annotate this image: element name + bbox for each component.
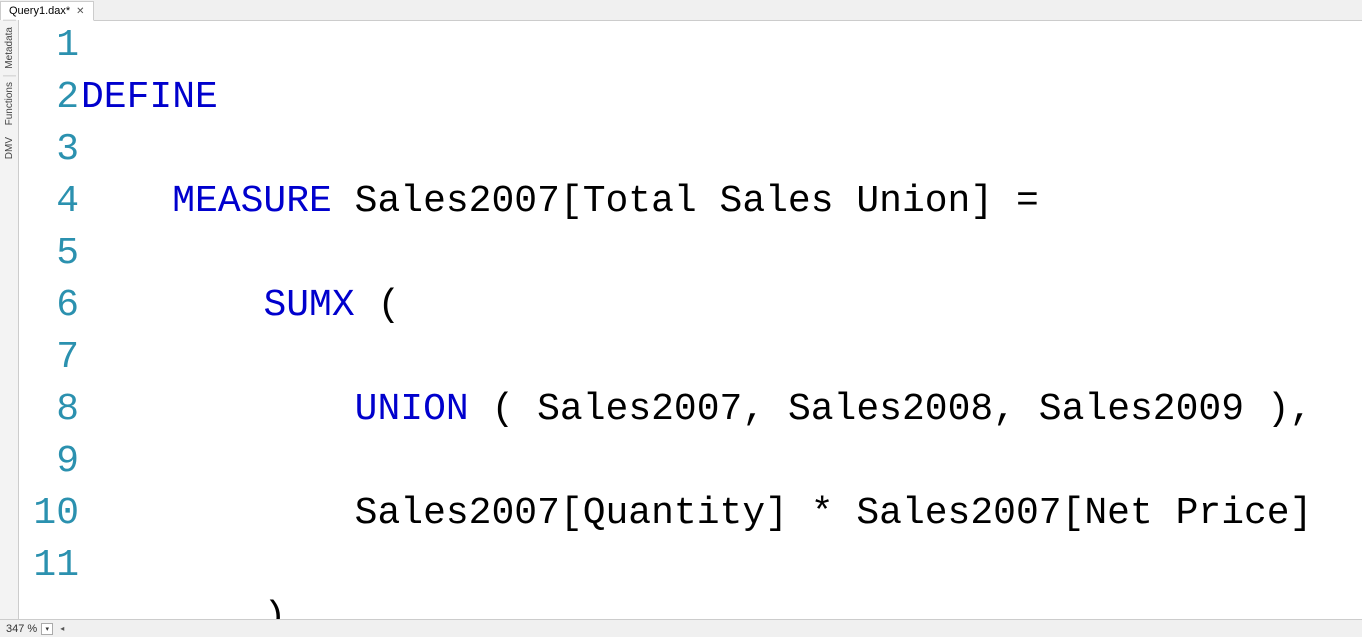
keyword: MEASURE: [172, 180, 332, 223]
code-line[interactable]: ): [81, 592, 1362, 620]
code-text: ( Sales2007, Sales2008, Sales2009 ),: [469, 388, 1313, 431]
code-editor[interactable]: 1 2 3 4 5 6 7 8 9 10 11 DEFINE MEASURE S…: [19, 20, 1362, 620]
line-number-gutter: 1 2 3 4 5 6 7 8 9 10 11: [19, 20, 85, 592]
side-tab-functions[interactable]: Functions: [3, 75, 16, 131]
line-number: 10: [19, 488, 79, 540]
indent: [81, 284, 263, 327]
code-content[interactable]: DEFINE MEASURE Sales2007[Total Sales Uni…: [81, 20, 1362, 620]
side-panel-tabs: Metadata Functions DMV: [0, 20, 19, 620]
line-number: 8: [19, 384, 79, 436]
tab-title: Query1.dax*: [9, 5, 70, 17]
indent: [81, 388, 355, 431]
side-tab-metadata[interactable]: Metadata: [3, 20, 16, 75]
line-number: 1: [19, 20, 79, 72]
line-number: 7: [19, 332, 79, 384]
code-text: Sales2007[Total Sales Union] =: [332, 180, 1039, 223]
zoom-dropdown[interactable]: ▾: [41, 623, 53, 635]
line-number: 2: [19, 72, 79, 124]
indent: [81, 492, 355, 535]
code-text: Sales2007[Quantity] * Sales2007[Net Pric…: [355, 492, 1313, 535]
code-line[interactable]: DEFINE: [81, 72, 1362, 124]
side-tab-dmv[interactable]: DMV: [3, 131, 16, 165]
line-number: 9: [19, 436, 79, 488]
tab-query1[interactable]: Query1.dax* ✕: [0, 1, 94, 21]
function: UNION: [355, 388, 469, 431]
code-line[interactable]: MEASURE Sales2007[Total Sales Union] =: [81, 176, 1362, 228]
code-line[interactable]: Sales2007[Quantity] * Sales2007[Net Pric…: [81, 488, 1362, 540]
indent: [81, 180, 172, 223]
keyword: DEFINE: [81, 76, 218, 119]
zoom-level: 347 %: [6, 623, 37, 635]
line-number: 3: [19, 124, 79, 176]
status-bar: 347 % ▾ ◂: [0, 619, 1362, 637]
function: SUMX: [263, 284, 354, 327]
line-number: 5: [19, 228, 79, 280]
code-text: ): [263, 596, 286, 620]
work-area: Metadata Functions DMV 1 2 3 4 5 6 7 8 9…: [0, 20, 1362, 620]
tab-strip: Query1.dax* ✕: [0, 0, 1362, 21]
close-icon[interactable]: ✕: [76, 6, 84, 17]
code-line[interactable]: UNION ( Sales2007, Sales2008, Sales2009 …: [81, 384, 1362, 436]
code-text: (: [355, 284, 401, 327]
line-number: 11: [19, 540, 79, 592]
scroll-left-icon[interactable]: ◂: [57, 624, 67, 634]
indent: [81, 596, 263, 620]
code-line[interactable]: SUMX (: [81, 280, 1362, 332]
line-number: 6: [19, 280, 79, 332]
line-number: 4: [19, 176, 79, 228]
